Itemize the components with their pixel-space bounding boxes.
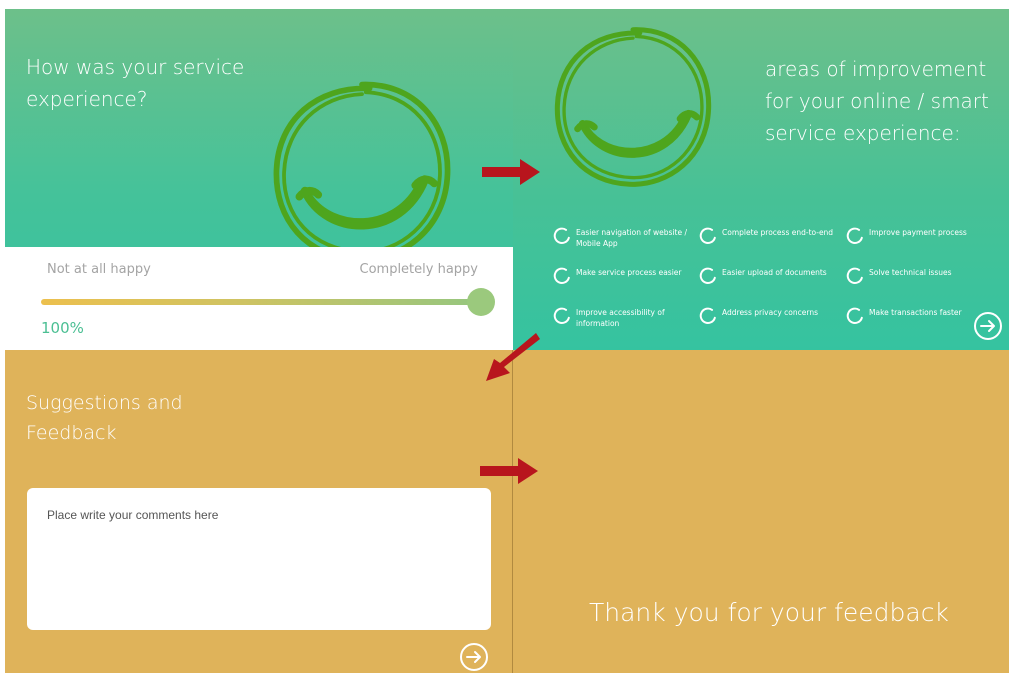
option-label: Improve accessibility of information — [576, 308, 665, 328]
circle-loader-icon — [846, 267, 863, 284]
option-label: Easier upload of documents — [722, 268, 827, 277]
option-transactions-faster[interactable]: Make transactions faster — [846, 307, 986, 324]
happiness-slider-handle[interactable] — [467, 288, 495, 316]
feedback-title: Suggestions and Feedback — [26, 392, 183, 444]
option-improve-payment[interactable]: Improve payment process — [846, 227, 986, 244]
rating-panel: How was your service experience? Not at … — [5, 9, 513, 350]
circle-loader-icon — [846, 227, 863, 244]
feedback-panel: Suggestions and Feedback — [5, 350, 512, 673]
option-label: Make transactions faster — [869, 308, 962, 317]
option-label: Address privacy concerns — [722, 308, 818, 317]
panel-divider — [512, 350, 513, 673]
circle-loader-icon — [846, 307, 863, 324]
thanks-panel: Thank you for your feedback — [513, 350, 1009, 673]
circle-loader-icon — [553, 307, 570, 324]
option-label: Improve payment process — [869, 228, 967, 237]
option-make-easier[interactable]: Make service process easier — [553, 267, 693, 284]
option-privacy[interactable]: Address privacy concerns — [699, 307, 839, 324]
improvement-title: areas of improvement for your online / s… — [765, 57, 989, 145]
rating-title: How was your service experience? — [26, 55, 245, 111]
option-solve-technical[interactable]: Solve technical issues — [846, 267, 986, 284]
red-flow-arrow-icon — [486, 333, 540, 381]
option-easier-navigation[interactable]: Easier navigation of website / Mobile Ap… — [553, 227, 693, 249]
scale-high-label: Completely happy — [359, 262, 479, 277]
option-label: Easier navigation of website / Mobile Ap… — [576, 228, 687, 248]
circle-loader-icon — [553, 227, 570, 244]
smiley-face-icon — [554, 27, 712, 187]
circle-loader-icon — [699, 267, 716, 284]
happiness-scale: Not at all happy Completely happy 100% — [5, 247, 513, 350]
next-arrow-icon[interactable] — [459, 642, 489, 672]
option-accessibility[interactable]: Improve accessibility of information — [553, 307, 693, 329]
red-flow-arrow-icon — [480, 458, 538, 484]
next-arrow-icon[interactable] — [973, 311, 1003, 341]
smiley-face-icon — [273, 81, 451, 263]
circle-loader-icon — [699, 227, 716, 244]
option-label: Make service process easier — [576, 268, 682, 277]
option-easier-upload[interactable]: Easier upload of documents — [699, 267, 839, 284]
scale-low-label: Not at all happy — [47, 262, 151, 277]
happiness-slider-track[interactable] — [41, 288, 495, 316]
improvement-panel: areas of improvement for your online / s… — [513, 9, 1009, 350]
option-complete-process[interactable]: Complete process end-to-end — [699, 227, 839, 244]
comments-textarea[interactable] — [27, 488, 491, 630]
circle-loader-icon — [553, 267, 570, 284]
option-label: Solve technical issues — [869, 268, 952, 277]
rating-percent: 100% — [41, 319, 84, 337]
option-label: Complete process end-to-end — [722, 228, 834, 237]
red-flow-arrow-icon — [482, 159, 540, 185]
thanks-message: Thank you for your feedback — [589, 598, 949, 627]
circle-loader-icon — [699, 307, 716, 324]
